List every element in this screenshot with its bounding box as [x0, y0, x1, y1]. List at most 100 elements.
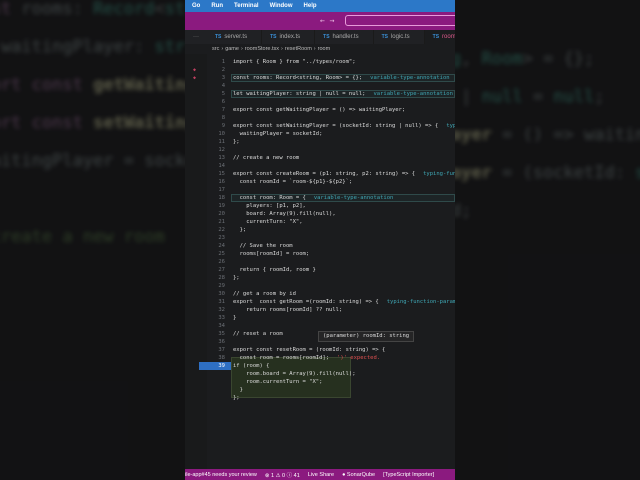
inline-hint: typing-function-param	[446, 123, 455, 129]
blurred-code-line: };	[455, 230, 640, 268]
code-line: return rooms[roomId] ?? null;	[233, 306, 342, 314]
tab-label: logic.ts	[390, 34, 410, 40]
code-line: const rooms: Record<string, Room> = {}; v…	[233, 74, 450, 82]
menu-window[interactable]: Window	[270, 3, 293, 9]
code-line: players: [p1, p2],	[233, 202, 306, 210]
code-line: export const createRoom = (p1: string, p…	[233, 170, 455, 178]
code-text: room.currentTurn = "X";	[233, 379, 323, 385]
code-line: room.currentTurn = "X";	[233, 378, 322, 386]
tab-handler-ts[interactable]: TS handler.ts	[315, 30, 374, 44]
code-text: // Save the room	[233, 243, 293, 249]
code-text: rooms[roomId] = room;	[233, 251, 310, 257]
line-number: 8	[221, 115, 225, 121]
code-text: }	[233, 387, 243, 393]
menu-terminal[interactable]: Terminal	[234, 3, 259, 9]
code-editor[interactable]: ◆ ◆ 1 import { Room } from "../types/room…	[185, 54, 455, 469]
menu-go[interactable]: Go	[192, 3, 200, 9]
blurred-code-line: const rooms: Record<string, Room> = {};	[0, 0, 185, 19]
problems-status[interactable]: ⊗ 1 ⚠ 0 ⓘ 41	[265, 471, 300, 479]
inline-hint: variable-type-annotation	[313, 195, 394, 201]
line-number: 15	[218, 171, 225, 177]
menu-help[interactable]: Help	[304, 3, 317, 9]
code-line: let waitingPlayer: string | null = null;…	[233, 90, 453, 98]
code-line: import { Room } from "../types/room";	[233, 58, 356, 66]
code-line: // get a room by id	[233, 290, 296, 298]
code-line: room.board = Array(9).fill(null);	[233, 370, 355, 378]
code-line: const roomId = `room-${p1}-${p2}`;	[233, 178, 353, 186]
blurred-background-left: const rooms: Record<string, Room> = {}; l…	[0, 0, 185, 480]
typescript-file-icon: TS	[381, 34, 388, 40]
tab-index-ts[interactable]: TS index.ts	[262, 30, 316, 44]
line-number	[205, 378, 225, 386]
line-number: 19	[218, 203, 225, 209]
code-line: };	[233, 226, 247, 234]
line-number: 18	[218, 195, 225, 201]
code-text: export const createRoom = (p1: string, p…	[233, 171, 416, 177]
sonarqube-status[interactable]: ● SonarQube	[342, 472, 375, 478]
code-text: }	[233, 315, 237, 321]
tab-label: roomStore.tsx	[442, 34, 455, 40]
inline-hint: variable-type-annotation	[373, 91, 453, 97]
line-number: 28	[218, 275, 225, 281]
breadcrumb-item[interactable]: roomStore.tsx	[245, 46, 279, 52]
command-center-search[interactable]	[345, 15, 455, 26]
code-text: waitingPlayer = socketId;	[233, 131, 323, 137]
line-number: 20	[218, 211, 225, 217]
menu-run[interactable]: Run	[211, 3, 223, 9]
gutter	[185, 54, 207, 469]
code-line: }	[233, 386, 243, 394]
blurred-code-line: export const getWaitingPlayer = () => wa…	[455, 125, 640, 145]
blurred-code-line: };	[0, 180, 185, 218]
typescript-file-icon: TS	[432, 34, 440, 40]
code-text: // get a room by id	[233, 291, 296, 297]
chevron-right-icon: ›	[240, 46, 243, 52]
line-number: 34	[218, 323, 225, 329]
typescript-file-icon: TS	[270, 34, 277, 40]
code-line: }	[233, 314, 236, 322]
breadcrumb-item[interactable]: resetRoom	[285, 46, 312, 52]
code-line: };	[233, 138, 240, 146]
typescript-file-icon: TS	[323, 34, 330, 40]
code-text: if (room) {	[233, 363, 270, 369]
typescript-file-icon: TS	[215, 34, 222, 40]
back-forward-icon[interactable]: ← →	[320, 16, 334, 25]
code-line: export const getWaitingPlayer = () => wa…	[233, 106, 405, 114]
code-text: import { Room } from "../types/room";	[233, 59, 356, 65]
code-line: rooms[roomId] = room;	[233, 250, 310, 258]
code-line: export const setWaitingPlayer = (socketI…	[233, 122, 455, 130]
line-number: 2	[221, 67, 225, 73]
code-text: // reset a room	[233, 331, 283, 337]
code-text: export const getRoom =(roomId: string) =…	[233, 299, 379, 305]
blurred-code-line: // create a new room	[455, 268, 640, 306]
line-number: 13	[218, 155, 225, 161]
line-number: 24	[218, 243, 225, 249]
ts-importer-status[interactable]: [TypeScript Importer]	[383, 472, 434, 478]
code-line: // Save the room	[233, 242, 293, 250]
code-text: return rooms[roomId] ?? null;	[233, 307, 343, 313]
breadcrumb-item[interactable]: game	[225, 46, 239, 52]
blurred-code-line: const rooms: Record<string, Room> = {};	[455, 49, 595, 69]
line-number: 23	[218, 235, 225, 241]
tab-logic-ts[interactable]: TS logic.ts	[374, 30, 425, 44]
line-number: 22	[218, 227, 225, 233]
code-text: const room = rooms[roomId];	[233, 355, 330, 361]
line-number: 6	[221, 99, 225, 105]
tab-server-ts[interactable]: TS server.ts	[207, 30, 263, 44]
blurred-code-line: // create a new room	[0, 227, 165, 247]
blurred-code-line: export const setWaitingPlayer = (socketI…	[0, 113, 185, 133]
code-line: };	[233, 394, 240, 402]
line-number: 37	[218, 347, 225, 353]
pr-review-status[interactable]: ile-app#45 needs your review	[185, 472, 257, 478]
line-number: 16	[218, 179, 225, 185]
tab-roomStore-tsx[interactable]: TSroomStore.tsx	[424, 30, 455, 44]
blurred-code-line: export const getWaitingPlayer = () => wa…	[0, 75, 185, 95]
line-number: 4	[221, 83, 225, 89]
code-line: export const resetRoom = (roomId: string…	[233, 346, 385, 354]
vscode-window: Go Run Terminal Window Help ← → ··· TS se…	[185, 0, 455, 480]
live-share-button[interactable]: Live Share	[308, 472, 334, 478]
more-icon[interactable]: ···	[185, 34, 207, 40]
breadcrumb-item[interactable]: room	[318, 46, 331, 52]
code-line: return { roomId, room }	[233, 266, 316, 274]
breadcrumb-item[interactable]: src	[212, 46, 219, 52]
line-number: 14	[218, 163, 225, 169]
